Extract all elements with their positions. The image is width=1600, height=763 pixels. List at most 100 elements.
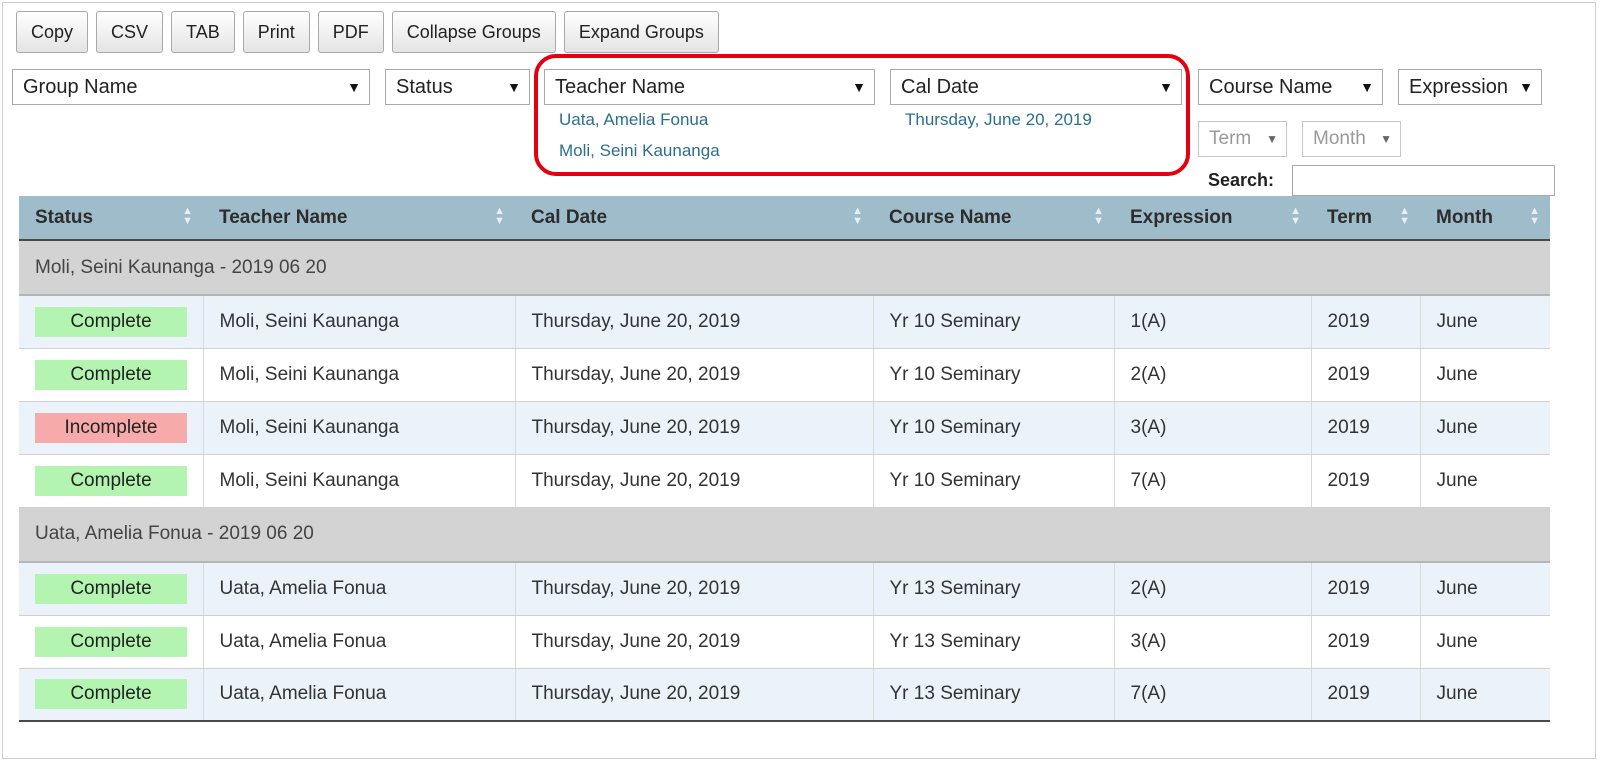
collapse-groups-button[interactable]: Collapse Groups <box>391 11 556 53</box>
dropdown-arrow-icon: ▼ <box>507 79 521 95</box>
search-label: Search: <box>1208 170 1275 190</box>
course-name-select[interactable]: Course Name ▼ <box>1198 69 1383 105</box>
table-row[interactable]: Complete Moli, Seini Kaunanga Thursday, … <box>19 348 1550 402</box>
group-row[interactable]: Moli, Seini Kaunanga - 2019 06 20 <box>19 240 1550 296</box>
copy-button[interactable]: Copy <box>16 11 89 53</box>
dropdown-arrow-icon: ▼ <box>852 79 866 95</box>
results-table: Status ▲ ▼ Teacher Name ▲ ▼ Cal Date ▲ ▼ Cours… <box>19 196 1550 722</box>
course-cell: Yr 13 Seminary <box>873 562 1115 616</box>
column-header-month[interactable]: Month ▲ ▼ <box>1420 196 1550 241</box>
table-row[interactable]: Incomplete Moli, Seini Kaunanga Thursday… <box>19 401 1550 455</box>
table-row[interactable]: Complete Moli, Seini Kaunanga Thursday, … <box>19 454 1550 508</box>
sort-icon: ▲ ▼ <box>1093 205 1104 227</box>
term-cell: 2019 <box>1311 348 1421 402</box>
course-cell: Yr 10 Seminary <box>873 401 1115 455</box>
expression-cell: 1(A) <box>1114 295 1312 349</box>
pdf-button[interactable]: PDF <box>317 11 384 53</box>
table-row[interactable]: Complete Uata, Amelia Fonua Thursday, Ju… <box>19 668 1550 722</box>
term-cell: 2019 <box>1311 295 1421 349</box>
dropdown-arrow-icon: ▼ <box>1159 79 1173 95</box>
expression-select-label: Expression <box>1409 76 1508 98</box>
column-header-label: Term <box>1327 206 1373 228</box>
print-button[interactable]: Print <box>242 11 310 53</box>
cal-date-select[interactable]: Cal Date ▼ <box>890 69 1182 105</box>
date-cell: Thursday, June 20, 2019 <box>515 615 874 669</box>
status-cell: Complete <box>19 348 204 402</box>
course-cell: Yr 10 Seminary <box>873 348 1115 402</box>
status-badge: Complete <box>35 306 187 337</box>
selected-cal-date[interactable]: Thursday, June 20, 2019 <box>905 110 1092 130</box>
status-badge: Incomplete <box>35 412 187 443</box>
course-cell: Yr 10 Seminary <box>873 295 1115 349</box>
selected-teacher-2[interactable]: Moli, Seini Kaunanga <box>559 141 720 161</box>
term-select-label: Term <box>1209 128 1252 149</box>
expression-cell: 7(A) <box>1114 668 1312 722</box>
month-select[interactable]: Month ▼ <box>1302 121 1401 157</box>
status-badge: Complete <box>35 626 187 657</box>
sort-icon: ▲ ▼ <box>182 205 193 227</box>
month-cell: June <box>1420 668 1550 722</box>
teacher-name-select[interactable]: Teacher Name ▼ <box>544 69 875 105</box>
month-cell: June <box>1420 454 1550 508</box>
column-header-expression[interactable]: Expression ▲ ▼ <box>1114 196 1311 241</box>
expression-cell: 2(A) <box>1114 562 1312 616</box>
group-name-select[interactable]: Group Name ▼ <box>12 69 370 105</box>
term-select[interactable]: Term ▼ <box>1198 121 1287 157</box>
month-cell: June <box>1420 562 1550 616</box>
date-cell: Thursday, June 20, 2019 <box>515 401 874 455</box>
date-cell: Thursday, June 20, 2019 <box>515 668 874 722</box>
table-row[interactable]: Complete Uata, Amelia Fonua Thursday, Ju… <box>19 562 1550 616</box>
column-header-label: Course Name <box>889 206 1012 228</box>
group-title: Moli, Seini Kaunanga - 2019 06 20 <box>19 240 1550 296</box>
teacher-cell: Uata, Amelia Fonua <box>203 562 516 616</box>
status-cell: Complete <box>19 615 204 669</box>
search-input[interactable] <box>1292 165 1555 196</box>
teacher-name-select-label: Teacher Name <box>555 76 686 98</box>
column-header-status[interactable]: Status ▲ ▼ <box>19 196 203 241</box>
csv-button[interactable]: CSV <box>96 11 164 53</box>
status-select[interactable]: Status ▼ <box>385 69 530 105</box>
table-row[interactable]: Complete Moli, Seini Kaunanga Thursday, … <box>19 295 1550 349</box>
group-row[interactable]: Uata, Amelia Fonua - 2019 06 20 <box>19 507 1550 563</box>
dropdown-arrow-icon: ▼ <box>347 79 361 95</box>
course-cell: Yr 13 Seminary <box>873 615 1115 669</box>
expand-groups-button[interactable]: Expand Groups <box>563 11 719 53</box>
table-header-row: Status ▲ ▼ Teacher Name ▲ ▼ Cal Date ▲ ▼ Cours… <box>19 196 1550 241</box>
month-select-label: Month <box>1313 128 1366 149</box>
column-header-cal-date[interactable]: Cal Date ▲ ▼ <box>515 196 873 241</box>
column-header-label: Month <box>1436 206 1493 228</box>
term-cell: 2019 <box>1311 668 1421 722</box>
status-badge: Complete <box>35 465 187 496</box>
status-select-label: Status <box>396 76 453 98</box>
column-header-teacher-name[interactable]: Teacher Name ▲ ▼ <box>203 196 515 241</box>
status-badge: Complete <box>35 679 187 710</box>
cal-date-select-label: Cal Date <box>901 76 979 98</box>
expression-cell: 2(A) <box>1114 348 1312 402</box>
expression-cell: 7(A) <box>1114 454 1312 508</box>
expression-cell: 3(A) <box>1114 615 1312 669</box>
column-header-label: Status <box>35 206 94 228</box>
course-name-select-label: Course Name <box>1209 76 1333 98</box>
teacher-cell: Moli, Seini Kaunanga <box>203 454 516 508</box>
status-badge: Complete <box>35 573 187 604</box>
expression-cell: 3(A) <box>1114 401 1312 455</box>
dropdown-arrow-icon: ▼ <box>1360 79 1374 95</box>
month-cell: June <box>1420 615 1550 669</box>
selected-teacher-1[interactable]: Uata, Amelia Fonua <box>559 110 708 130</box>
course-cell: Yr 10 Seminary <box>873 454 1115 508</box>
column-header-label: Teacher Name <box>219 206 348 228</box>
expression-select[interactable]: Expression ▼ <box>1398 69 1542 105</box>
date-cell: Thursday, June 20, 2019 <box>515 348 874 402</box>
sort-icon: ▲ ▼ <box>494 205 505 227</box>
date-cell: Thursday, June 20, 2019 <box>515 562 874 616</box>
dropdown-arrow-icon: ▼ <box>1266 132 1278 146</box>
date-cell: Thursday, June 20, 2019 <box>515 295 874 349</box>
term-cell: 2019 <box>1311 615 1421 669</box>
tab-button[interactable]: TAB <box>171 11 235 53</box>
column-header-course-name[interactable]: Course Name ▲ ▼ <box>873 196 1114 241</box>
column-header-term[interactable]: Term ▲ ▼ <box>1311 196 1420 241</box>
table-row[interactable]: Complete Uata, Amelia Fonua Thursday, Ju… <box>19 615 1550 669</box>
column-header-label: Cal Date <box>531 206 608 228</box>
column-header-label: Expression <box>1130 206 1233 228</box>
teacher-cell: Moli, Seini Kaunanga <box>203 348 516 402</box>
